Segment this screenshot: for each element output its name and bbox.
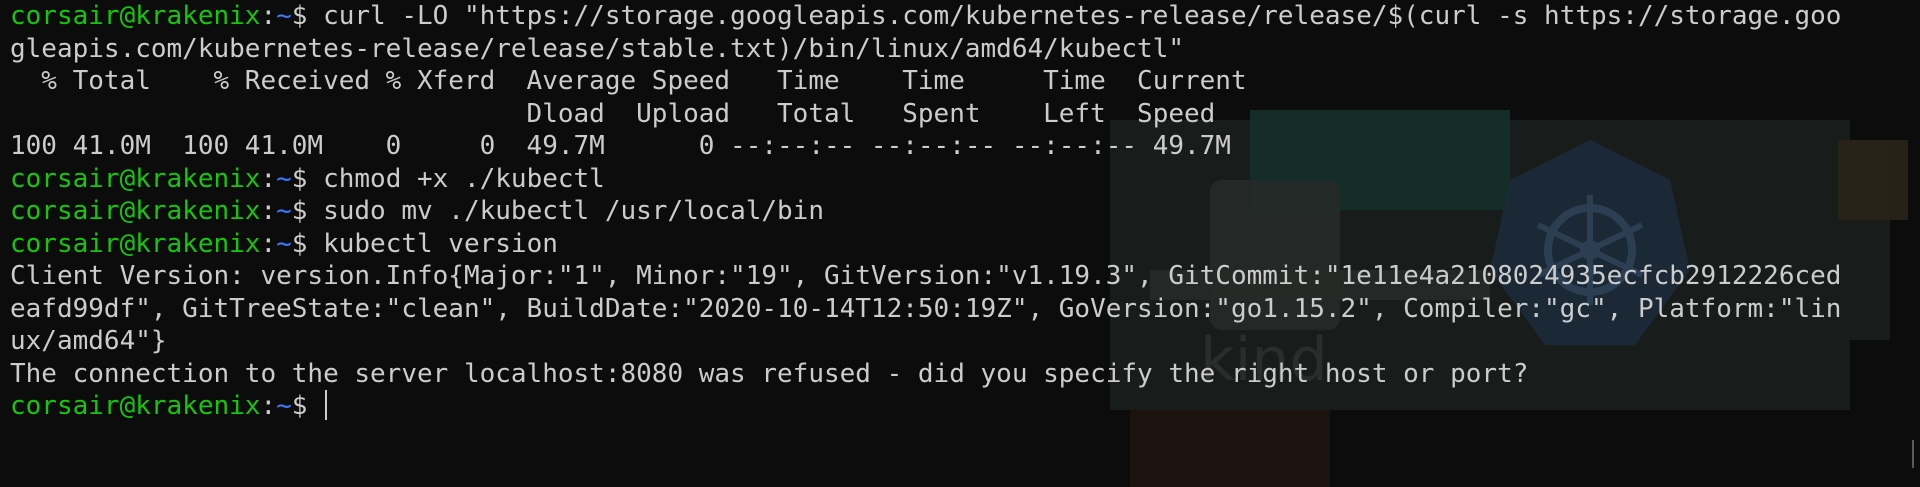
prompt-separator: : — [260, 196, 277, 226]
prompt-symbol: $ — [291, 196, 324, 226]
output-line: eafd99df", GitTreeState:"clean", BuildDa… — [10, 293, 1842, 324]
prompt-path: ~ — [276, 1, 292, 31]
prompt-user-host: corsair@krakenix — [10, 228, 261, 259]
prompt-line: corsair@krakenix:~$ curl -LO "https://st… — [10, 0, 1841, 33]
prompt-path: ~ — [276, 163, 292, 194]
output-line: Dload Upload Total Spent Left Speed — [10, 98, 1216, 129]
prompt-symbol: $ — [291, 1, 324, 31]
prompt-path: ~ — [276, 391, 292, 421]
command-text: sudo mv ./kubectl /usr/local/bin — [323, 196, 824, 226]
command-text: kubectl version — [323, 228, 558, 259]
text-cursor[interactable] — [325, 390, 328, 420]
output-line: The connection to the server localhost:8… — [10, 358, 1529, 389]
prompt-user-host: corsair@krakenix — [10, 1, 261, 31]
output-line: ux/amd64"} — [10, 326, 167, 356]
scrollbar-indicator[interactable] — [1912, 440, 1914, 468]
prompt-symbol: $ — [291, 163, 324, 194]
output-line: gleapis.com/kubernetes-release/release/s… — [10, 33, 1184, 64]
output-line: % Total % Received % Xferd Average Speed… — [10, 66, 1247, 96]
command-text: curl -LO "https://storage.googleapis.com… — [323, 1, 1842, 31]
prompt-symbol: $ — [291, 391, 324, 421]
prompt-path: ~ — [276, 228, 292, 259]
command-text: chmod +x ./kubectl — [323, 163, 605, 194]
prompt-line: corsair@krakenix:~$ kubectl version — [10, 228, 1841, 261]
prompt-line: corsair@krakenix:~$ chmod +x ./kubectl — [10, 163, 1841, 196]
prompt-symbol: $ — [291, 228, 324, 259]
output-line: 100 41.0M 100 41.0M 0 0 49.7M 0 --:--:--… — [10, 131, 1231, 161]
prompt-user-host: corsair@krakenix — [10, 163, 261, 194]
output-line: Client Version: version.Info{Major:"1", … — [10, 261, 1842, 291]
prompt-line: corsair@krakenix:~$ — [10, 390, 1841, 423]
prompt-user-host: corsair@krakenix — [10, 391, 261, 421]
prompt-separator: : — [260, 391, 277, 421]
prompt-separator: : — [260, 1, 277, 31]
prompt-separator: : — [260, 228, 277, 259]
terminal-window[interactable]: kind corsair@krakenix:~$ curl -LO "https… — [0, 0, 1920, 487]
prompt-path: ~ — [276, 196, 292, 226]
prompt-line: corsair@krakenix:~$ sudo mv ./kubectl /u… — [10, 195, 1841, 228]
prompt-user-host: corsair@krakenix — [10, 196, 261, 226]
terminal-output: corsair@krakenix:~$ curl -LO "https://st… — [10, 0, 1841, 423]
prompt-separator: : — [260, 163, 277, 194]
